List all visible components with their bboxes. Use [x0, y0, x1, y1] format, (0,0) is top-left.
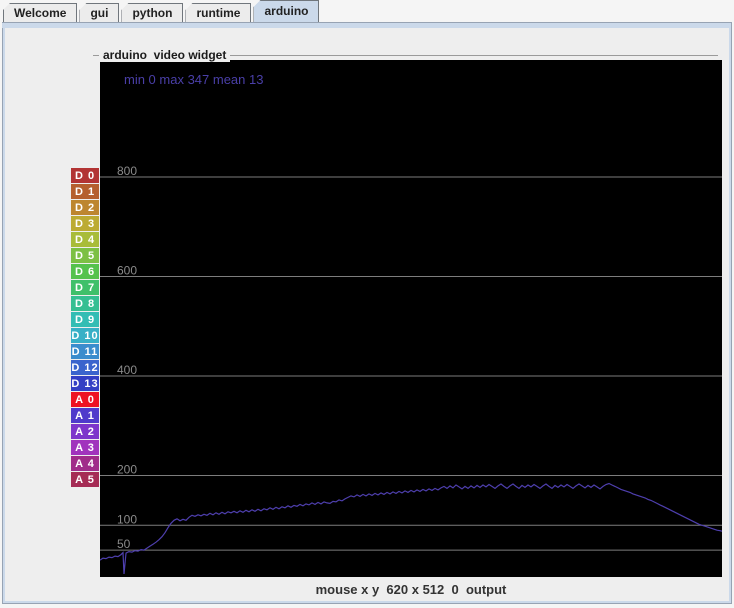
pin-badge-d6[interactable]: D 6 — [71, 264, 99, 279]
tab-content-top-strip — [2, 23, 730, 28]
pin-badge-d8[interactable]: D 8 — [71, 296, 99, 311]
pin-badge-a5[interactable]: A 5 — [71, 472, 99, 487]
tab-bar: Welcome gui python runtime arduino — [3, 0, 320, 22]
pin-badge-a1[interactable]: A 1 — [71, 408, 99, 423]
tab-arduino[interactable]: arduino — [253, 0, 320, 22]
plot-canvas[interactable]: 50 100 200 400 600 800 min 0 max 347 mean 13 — [100, 60, 722, 577]
pin-badge-a2[interactable]: A 2 — [71, 424, 99, 439]
panel-title: arduino video widget — [99, 48, 231, 62]
pin-badge-d12[interactable]: D 12 — [71, 360, 99, 375]
app-window: Welcome gui python runtime arduino D 0D 1D 2… — [0, 0, 734, 608]
pin-badge-d13[interactable]: D 13 — [71, 376, 99, 391]
pin-badge-d9[interactable]: D 9 — [71, 312, 99, 327]
pin-badge-d3[interactable]: D 3 — [71, 216, 99, 231]
tab-runtime[interactable]: runtime — [185, 3, 252, 22]
pin-badge-d2[interactable]: D 2 — [71, 200, 99, 215]
pin-badge-d4[interactable]: D 4 — [71, 232, 99, 247]
grid-label-400: 400 — [117, 363, 137, 377]
pin-badge-d5[interactable]: D 5 — [71, 248, 99, 263]
grid-label-200: 200 — [117, 463, 137, 477]
tab-welcome[interactable]: Welcome — [3, 3, 78, 22]
plot-stats-text: min 0 max 347 mean 13 — [124, 72, 264, 87]
pin-badge-d10[interactable]: D 10 — [71, 328, 99, 343]
pin-badge-column: D 0D 1D 2D 3D 4D 5D 6D 7D 8D 9D 10 D 11 D … — [71, 168, 99, 487]
pin-badge-d7[interactable]: D 7 — [71, 280, 99, 295]
grid-label-50: 50 — [117, 537, 131, 551]
pin-badge-a3[interactable]: A 3 — [71, 440, 99, 455]
scope-trace — [100, 482, 722, 575]
grid-label-800: 800 — [117, 164, 137, 178]
scope-svg: 50 100 200 400 600 800 — [100, 164, 722, 575]
pin-badge-d0[interactable]: D 0 — [71, 168, 99, 183]
grid-label-100: 100 — [117, 512, 137, 526]
pin-badge-a4[interactable]: A 4 — [71, 456, 99, 471]
grid-label-600: 600 — [117, 264, 137, 278]
mouse-status-text: mouse x y 620 x 512 0 output — [315, 582, 507, 597]
pin-badge-d1[interactable]: D 1 — [71, 184, 99, 199]
pin-badge-a0[interactable]: A 0 — [71, 392, 99, 407]
tab-gui[interactable]: gui — [79, 3, 120, 22]
pin-badge-d11[interactable]: D 11 — [71, 344, 99, 359]
tab-python[interactable]: python — [121, 3, 184, 22]
